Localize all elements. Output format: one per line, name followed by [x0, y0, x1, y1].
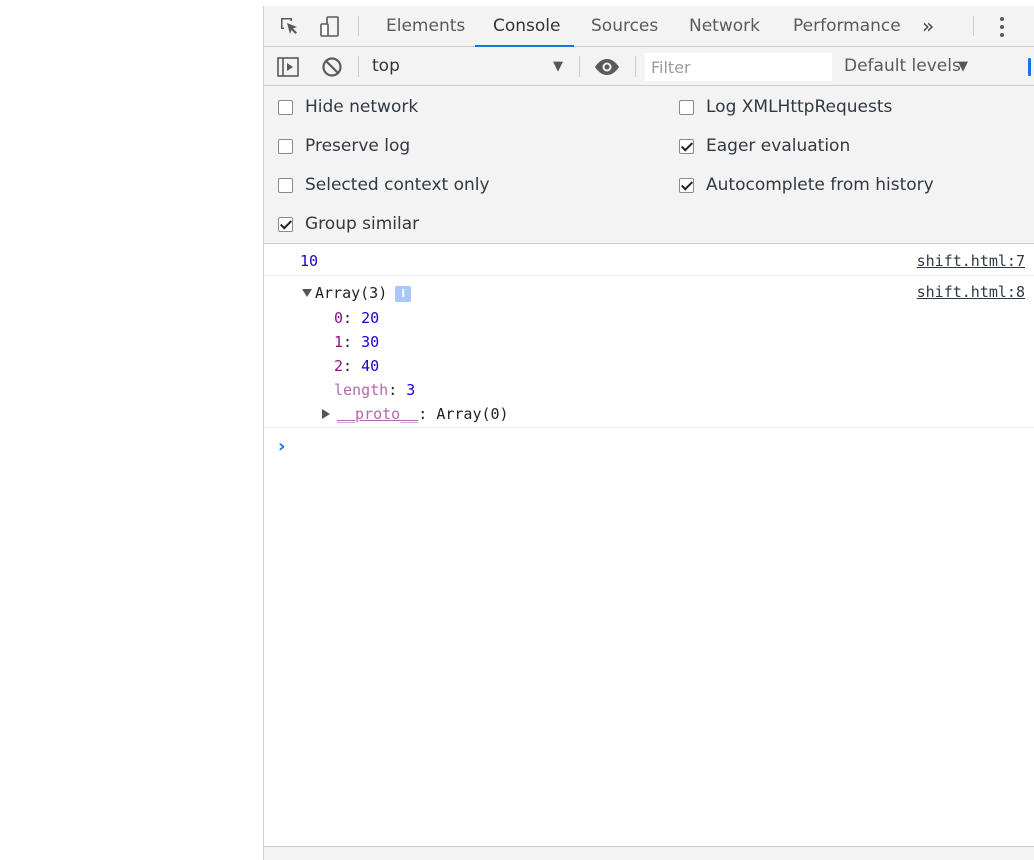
device-toolbar-icon[interactable] [318, 15, 342, 39]
context-dropdown-icon[interactable]: ▼ [553, 47, 563, 86]
eager-evaluation-checkbox[interactable] [679, 138, 694, 154]
toolbar-divider [973, 16, 974, 36]
toolbar-divider [579, 56, 580, 77]
console-toolbar: top ▼ Default levels ▼ [264, 47, 1034, 86]
collapse-triangle-icon[interactable] [322, 409, 330, 419]
setting-label: Selected context only [305, 175, 490, 195]
setting-preserve-log[interactable]: Preserve log [278, 132, 410, 160]
setting-label: Log XMLHttpRequests [706, 97, 893, 117]
live-expression-eye-icon[interactable] [594, 55, 619, 79]
proto-key: __proto__ [337, 405, 419, 423]
console-prompt-icon[interactable]: › [278, 436, 285, 457]
clear-console-icon[interactable] [320, 55, 344, 79]
hide-network-checkbox[interactable] [278, 99, 293, 115]
info-icon[interactable]: i [395, 286, 412, 302]
setting-label: Eager evaluation [706, 136, 851, 156]
levels-dropdown-icon[interactable]: ▼ [958, 47, 968, 86]
settings-gear-icon[interactable] [1028, 58, 1031, 76]
setting-group-similar[interactable]: Group similar [278, 210, 419, 238]
entry-value: 20 [361, 309, 380, 327]
entry-value: 30 [361, 333, 380, 351]
setting-label: Preserve log [305, 136, 411, 156]
tab-performance[interactable]: Performance [793, 6, 901, 47]
preserve-log-checkbox[interactable] [278, 138, 293, 154]
source-link[interactable]: shift.html:8 [917, 283, 1025, 301]
entry-key: 1 [334, 333, 344, 351]
entry-key: 0 [334, 309, 344, 327]
setting-log-xhr[interactable]: Log XMLHttpRequests [679, 93, 892, 121]
customize-menu-icon[interactable] [990, 15, 1014, 39]
array-label: Array(3) [315, 284, 388, 302]
proto-entry[interactable]: __proto__: Array(0) [322, 405, 509, 423]
expand-triangle-icon[interactable] [302, 289, 312, 297]
autocomplete-history-checkbox[interactable] [679, 177, 694, 193]
more-tabs-icon[interactable]: » [922, 6, 934, 47]
context-selector[interactable]: top [372, 47, 400, 86]
console-message: 10 shift.html:7 [264, 244, 1034, 276]
array-entry: 1: 30 [334, 333, 380, 351]
group-similar-checkbox[interactable] [278, 216, 293, 232]
devtools-tab-bar: Elements Console Sources Network Perform… [264, 6, 1034, 47]
array-entry: 2: 40 [334, 357, 380, 375]
tab-sources[interactable]: Sources [591, 6, 658, 47]
setting-label: Group similar [305, 214, 420, 234]
drawer-bar [264, 846, 1034, 860]
setting-autocomplete-history[interactable]: Autocomplete from history [679, 171, 934, 199]
entry-value: 40 [361, 357, 380, 375]
message-value: 10 [300, 252, 319, 270]
entry-value: 3 [406, 381, 416, 399]
entry-key: 2 [334, 357, 344, 375]
array-summary[interactable]: Array(3) i [302, 284, 412, 302]
entry-key: length [334, 381, 389, 399]
proto-value: Array(0) [436, 405, 509, 423]
tab-console[interactable]: Console [493, 6, 561, 47]
toolbar-divider [358, 56, 359, 77]
devtools-panel: Elements Console Sources Network Perform… [263, 6, 1034, 860]
array-entry: length: 3 [334, 381, 416, 399]
setting-label: Autocomplete from history [706, 175, 934, 195]
tab-network[interactable]: Network [689, 6, 760, 47]
tab-elements[interactable]: Elements [386, 6, 465, 47]
setting-eager-evaluation[interactable]: Eager evaluation [679, 132, 850, 160]
toolbar-divider [358, 16, 359, 36]
setting-label: Hide network [305, 97, 419, 117]
setting-selected-context[interactable]: Selected context only [278, 171, 490, 199]
selected-context-checkbox[interactable] [278, 177, 293, 193]
toolbar-divider [635, 56, 636, 77]
array-entry: 0: 20 [334, 309, 380, 327]
source-link[interactable]: shift.html:7 [917, 252, 1025, 270]
console-messages: 10 shift.html:7 Array(3) i shift.html:8 0… [264, 244, 1034, 457]
log-levels-dropdown[interactable]: Default levels [844, 47, 961, 86]
console-message: Array(3) i shift.html:8 0: 20 1: 30 2: 40… [264, 276, 1034, 428]
inspect-element-icon[interactable] [278, 15, 302, 39]
console-settings-pane: Hide network Preserve log Selected conte… [264, 86, 1034, 244]
filter-input[interactable] [645, 53, 832, 81]
setting-hide-network[interactable]: Hide network [278, 93, 418, 121]
sidebar-toggle-icon[interactable] [276, 55, 300, 79]
log-xhr-checkbox[interactable] [679, 99, 694, 115]
